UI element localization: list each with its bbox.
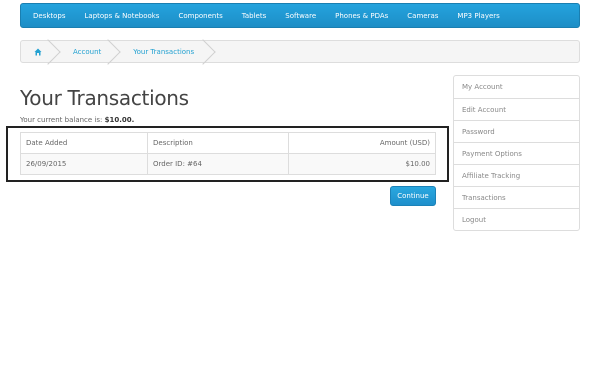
balance-label: Your current balance is: [20, 116, 103, 124]
menu-item-mp3-players[interactable]: MP3 Players [457, 12, 499, 20]
continue-button[interactable]: Continue [390, 186, 436, 206]
menu-item-cameras[interactable]: Cameras [407, 12, 438, 20]
cell-description: Order ID: #64 [147, 153, 289, 175]
home-icon [34, 48, 42, 55]
top-menu: Desktops Laptops & Notebooks Components … [20, 3, 580, 28]
balance-text: Your current balance is: $10.00. [20, 116, 134, 124]
cell-date-added: 26/09/2015 [20, 153, 148, 175]
sidebar-item-transactions[interactable]: Transactions [454, 186, 579, 208]
breadcrumb: Account Your Transactions [20, 40, 580, 63]
sidebar-item-payment-options[interactable]: Payment Options [454, 142, 579, 164]
menu-item-desktops[interactable]: Desktops [33, 12, 66, 20]
menu-item-phones-pdas[interactable]: Phones & PDAs [335, 12, 388, 20]
menu-item-laptops-notebooks[interactable]: Laptops & Notebooks [85, 12, 160, 20]
sidebar-item-edit-account[interactable]: Edit Account [454, 98, 579, 120]
column-header-amount: Amount (USD) [288, 132, 436, 154]
balance-value: $10.00. [104, 116, 135, 124]
menu-item-software[interactable]: Software [285, 12, 316, 20]
column-header-description: Description [147, 132, 289, 154]
breadcrumb-home[interactable] [21, 41, 55, 62]
breadcrumb-account[interactable]: Account [61, 41, 115, 62]
menu-item-tablets[interactable]: Tablets [242, 12, 267, 20]
breadcrumb-your-transactions[interactable]: Your Transactions [121, 41, 208, 62]
transactions-table: Date Added Description Amount (USD) 26/0… [20, 132, 436, 175]
table-header-row: Date Added Description Amount (USD) [20, 132, 436, 154]
menu-item-components[interactable]: Components [178, 12, 222, 20]
sidebar-item-password[interactable]: Password [454, 120, 579, 142]
table-row: 26/09/2015 Order ID: #64 $10.00 [20, 153, 436, 175]
sidebar-item-affiliate-tracking[interactable]: Affiliate Tracking [454, 164, 579, 186]
page-title: Your Transactions [20, 86, 189, 110]
sidebar-item-my-account[interactable]: My Account [454, 76, 579, 98]
cell-amount: $10.00 [288, 153, 436, 175]
account-sidebar: My Account Edit Account Password Payment… [453, 75, 580, 231]
column-header-date-added: Date Added [20, 132, 148, 154]
sidebar-item-logout[interactable]: Logout [454, 208, 579, 230]
